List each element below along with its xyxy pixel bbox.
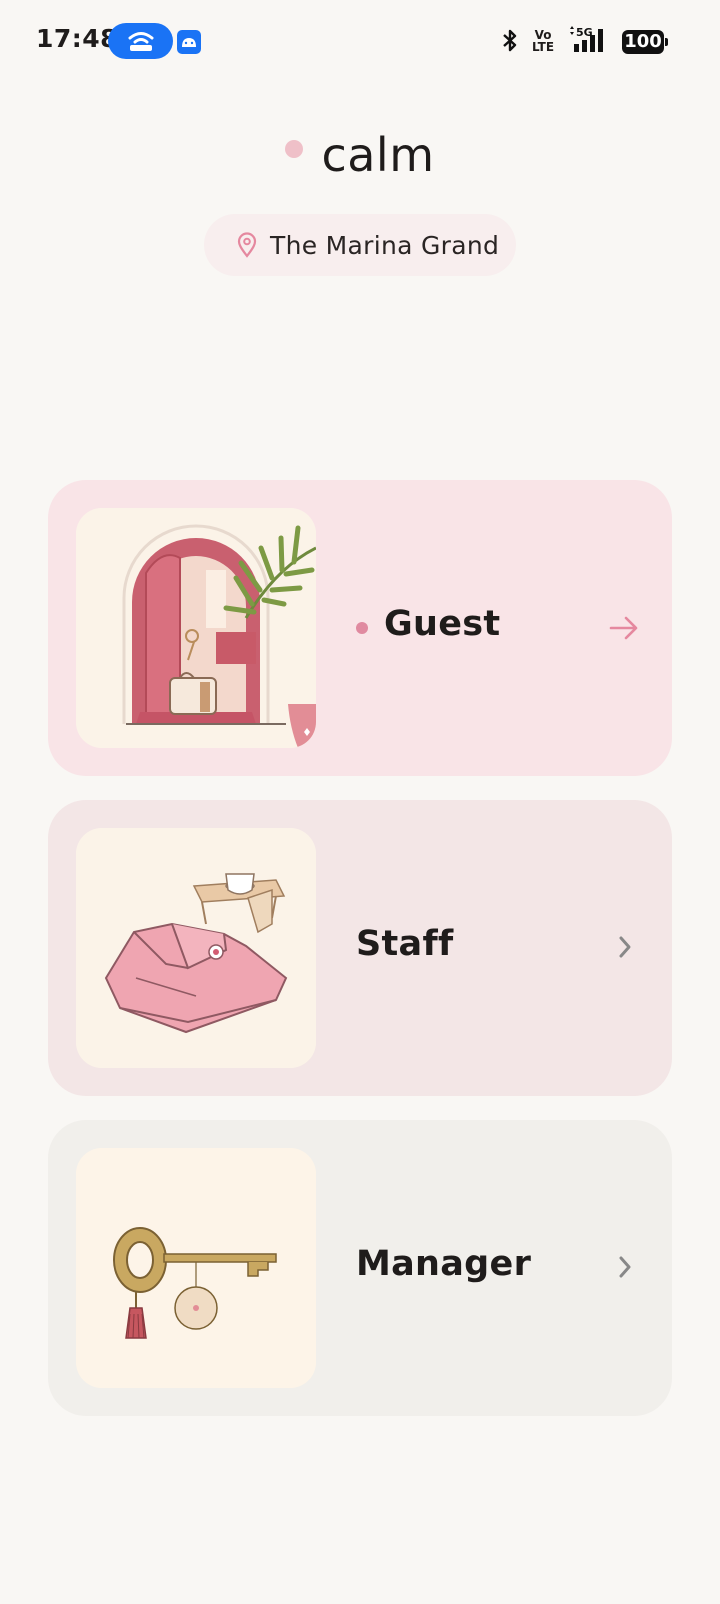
volte-indicator: Vo LTE [532,28,555,54]
hotspot-icon [128,32,154,51]
bluetooth-icon [503,29,517,52]
brand-dot-icon [285,140,304,158]
brand-name: calm [321,128,435,182]
role-label-guest: Guest [384,604,501,644]
status-bar: 17:48 Vo LTE 5G 100 [0,0,720,84]
role-card-staff[interactable]: Staff [48,800,672,1096]
staff-illustration [76,828,316,1068]
status-time: 17:48 [36,24,119,53]
hotspot-indicator [108,23,173,59]
android-icon [177,30,201,54]
location-pin-icon [237,232,257,258]
role-label-staff: Staff [356,924,454,964]
arrow-right-icon [609,616,638,640]
chevron-right-icon [619,1256,631,1278]
role-label-manager: Manager [356,1244,532,1284]
location-name: The Marina Grand [270,231,500,260]
location-chip[interactable]: The Marina Grand [204,214,516,276]
guest-illustration [76,508,316,748]
selected-dot-icon [356,622,368,634]
manager-illustration [76,1148,316,1388]
role-card-manager[interactable]: Manager [48,1120,672,1416]
app-brand: calm [0,128,720,182]
signal-icon: 5G [570,26,603,52]
chevron-right-icon [619,936,631,958]
battery-indicator: 100 [622,30,668,54]
role-card-guest[interactable]: Guest [48,480,672,776]
